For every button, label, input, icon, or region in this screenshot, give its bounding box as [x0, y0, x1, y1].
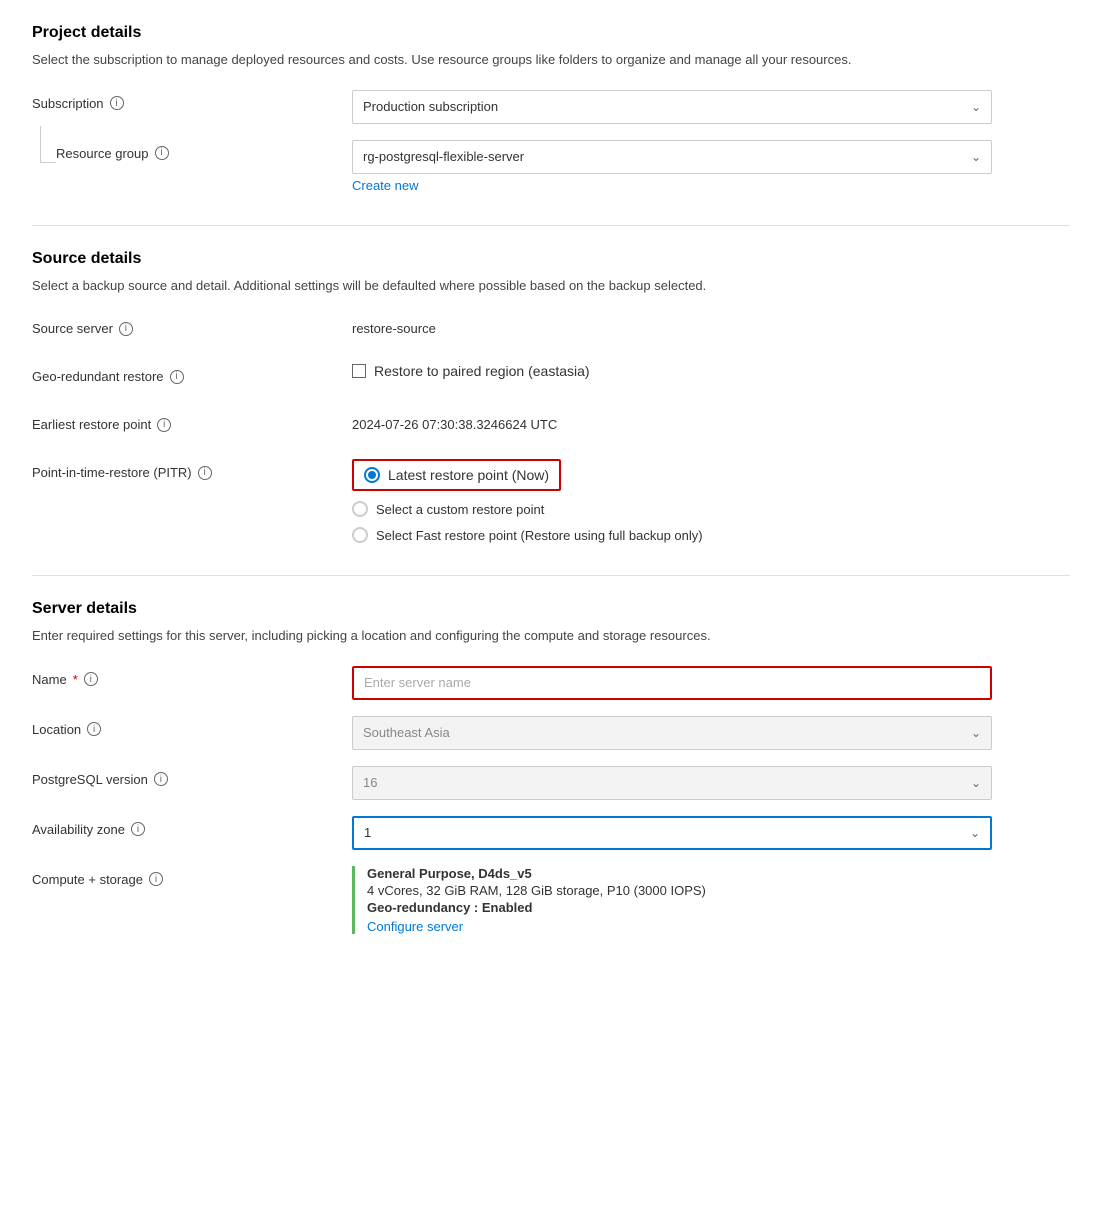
earliest-restore-control: 2024-07-26 07:30:38.3246624 UTC: [352, 411, 992, 432]
earliest-restore-row: Earliest restore point i 2024-07-26 07:3…: [32, 411, 1070, 443]
name-control: [352, 666, 992, 700]
postgresql-version-label: PostgreSQL version i: [32, 766, 352, 787]
availability-zone-value: 1: [364, 825, 371, 840]
server-details-section: Server details Enter required settings f…: [32, 600, 1070, 934]
resource-group-row: Resource group i rg-postgresql-flexible-…: [32, 140, 1070, 193]
location-select: Southeast Asia ⌄: [352, 716, 992, 750]
subscription-value: Production subscription: [363, 99, 498, 114]
pitr-radio-custom[interactable]: [352, 501, 368, 517]
postgresql-version-info-icon[interactable]: i: [154, 772, 168, 786]
compute-storage-info-icon[interactable]: i: [149, 872, 163, 886]
pitr-option-fast[interactable]: Select Fast restore point (Restore using…: [352, 527, 992, 543]
source-server-label: Source server i: [32, 315, 352, 336]
availability-zone-info-icon[interactable]: i: [131, 822, 145, 836]
postgresql-version-value: 16: [363, 775, 377, 790]
pitr-label: Point-in-time-restore (PITR) i: [32, 459, 352, 480]
name-required-star: *: [73, 672, 78, 687]
divider-1: [32, 225, 1070, 226]
project-details-title: Project details: [32, 24, 1070, 42]
availability-zone-row: Availability zone i 1 ⌄: [32, 816, 1070, 850]
server-details-title: Server details: [32, 600, 1070, 618]
create-new-link[interactable]: Create new: [352, 178, 418, 193]
resource-group-chevron-icon: ⌄: [971, 150, 981, 164]
compute-storage-label: Compute + storage i: [32, 866, 352, 887]
pitr-radio-latest[interactable]: [364, 467, 380, 483]
pitr-highlight-box: Latest restore point (Now): [352, 459, 561, 491]
postgresql-version-row: PostgreSQL version i 16 ⌄: [32, 766, 1070, 800]
availability-zone-control: 1 ⌄: [352, 816, 992, 850]
configure-server-link[interactable]: Configure server: [367, 919, 463, 934]
project-details-desc: Select the subscription to manage deploy…: [32, 50, 1070, 70]
pitr-info-icon[interactable]: i: [198, 466, 212, 480]
resource-group-indent: Resource group i: [32, 146, 169, 161]
name-input[interactable]: [352, 666, 992, 700]
location-row: Location i Southeast Asia ⌄: [32, 716, 1070, 750]
postgresql-version-select: 16 ⌄: [352, 766, 992, 800]
earliest-restore-info-icon[interactable]: i: [157, 418, 171, 432]
pitr-radio-fast[interactable]: [352, 527, 368, 543]
compute-storage-box: General Purpose, D4ds_v5 4 vCores, 32 Gi…: [352, 866, 992, 934]
geo-redundant-row: Geo-redundant restore i Restore to paire…: [32, 363, 1070, 395]
location-label: Location i: [32, 716, 352, 737]
pitr-option-latest-label: Latest restore point (Now): [388, 467, 549, 483]
availability-zone-select[interactable]: 1 ⌄: [352, 816, 992, 850]
resource-group-label-wrapper: Resource group i: [32, 140, 352, 161]
location-value: Southeast Asia: [363, 725, 450, 740]
geo-redundant-control: Restore to paired region (eastasia): [352, 363, 992, 379]
subscription-select[interactable]: Production subscription ⌄: [352, 90, 992, 124]
subscription-control: Production subscription ⌄: [352, 90, 992, 124]
resource-group-value: rg-postgresql-flexible-server: [363, 149, 524, 164]
resource-group-control: rg-postgresql-flexible-server ⌄ Create n…: [352, 140, 992, 193]
resource-group-select[interactable]: rg-postgresql-flexible-server ⌄: [352, 140, 992, 174]
name-info-icon[interactable]: i: [84, 672, 98, 686]
postgresql-version-chevron-icon: ⌄: [971, 776, 981, 790]
pitr-option-custom-label: Select a custom restore point: [376, 502, 544, 517]
compute-storage-control: General Purpose, D4ds_v5 4 vCores, 32 Gi…: [352, 866, 992, 934]
pitr-option-fast-label: Select Fast restore point (Restore using…: [376, 528, 703, 543]
pitr-control: Latest restore point (Now) Select a cust…: [352, 459, 992, 543]
availability-zone-chevron-icon: ⌄: [970, 826, 980, 840]
source-server-row: Source server i restore-source: [32, 315, 1070, 347]
compute-storage-row: Compute + storage i General Purpose, D4d…: [32, 866, 1070, 934]
source-details-section: Source details Select a backup source an…: [32, 250, 1070, 544]
earliest-restore-label: Earliest restore point i: [32, 411, 352, 432]
source-server-value: restore-source: [352, 315, 992, 336]
source-details-desc: Select a backup source and detail. Addit…: [32, 276, 1070, 296]
subscription-row: Subscription i Production subscription ⌄: [32, 90, 1070, 124]
name-row: Name * i: [32, 666, 1070, 700]
pitr-option-custom[interactable]: Select a custom restore point: [352, 501, 992, 517]
geo-redundant-checkbox[interactable]: [352, 364, 366, 378]
subscription-info-icon[interactable]: i: [110, 96, 124, 110]
source-server-control: restore-source: [352, 315, 992, 336]
compute-detail: 4 vCores, 32 GiB RAM, 128 GiB storage, P…: [367, 883, 992, 898]
subscription-label: Subscription i: [32, 90, 352, 111]
source-server-info-icon[interactable]: i: [119, 322, 133, 336]
location-chevron-icon: ⌄: [971, 726, 981, 740]
availability-zone-label: Availability zone i: [32, 816, 352, 837]
name-label: Name * i: [32, 666, 352, 687]
geo-redundant-checkbox-row: Restore to paired region (eastasia): [352, 363, 992, 379]
pitr-radio-group: Latest restore point (Now) Select a cust…: [352, 459, 992, 543]
geo-redundant-info-icon[interactable]: i: [170, 370, 184, 384]
source-details-title: Source details: [32, 250, 1070, 268]
geo-redundant-checkbox-label: Restore to paired region (eastasia): [374, 363, 590, 379]
resource-group-info-icon[interactable]: i: [155, 146, 169, 160]
postgresql-version-control: 16 ⌄: [352, 766, 992, 800]
subscription-chevron-icon: ⌄: [971, 100, 981, 114]
pitr-row: Point-in-time-restore (PITR) i Latest re…: [32, 459, 1070, 543]
location-control: Southeast Asia ⌄: [352, 716, 992, 750]
location-info-icon[interactable]: i: [87, 722, 101, 736]
server-details-desc: Enter required settings for this server,…: [32, 626, 1070, 646]
project-details-section: Project details Select the subscription …: [32, 24, 1070, 193]
divider-2: [32, 575, 1070, 576]
compute-geo-redundancy: Geo-redundancy : Enabled: [367, 900, 992, 915]
earliest-restore-value: 2024-07-26 07:30:38.3246624 UTC: [352, 411, 992, 432]
geo-redundant-label: Geo-redundant restore i: [32, 363, 352, 384]
compute-tier: General Purpose, D4ds_v5: [367, 866, 992, 881]
pitr-option-latest[interactable]: Latest restore point (Now): [352, 459, 992, 491]
